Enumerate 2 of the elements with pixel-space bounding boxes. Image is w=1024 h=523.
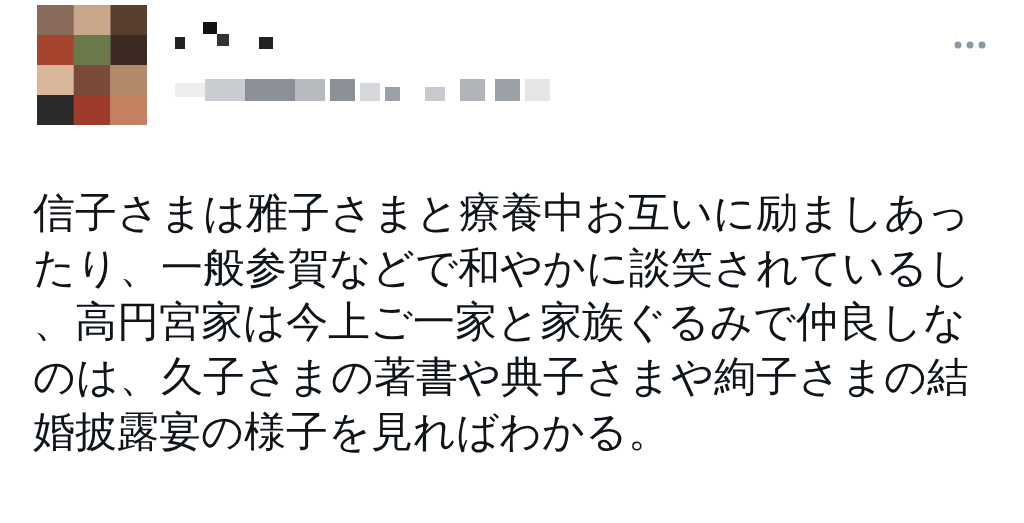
- more-icon[interactable]: [952, 39, 988, 51]
- post-text: 信子さまは雅子さまと療養中お互いに励ましあったり、一般参賀などで和やかに談笑されているし、高円宮家は今上ご一家と家族ぐるみで仲良しなのは、久子さまの著書や典子さまや絢子さまの結婚披露宴の様子を見ればわかる。: [33, 187, 972, 458]
